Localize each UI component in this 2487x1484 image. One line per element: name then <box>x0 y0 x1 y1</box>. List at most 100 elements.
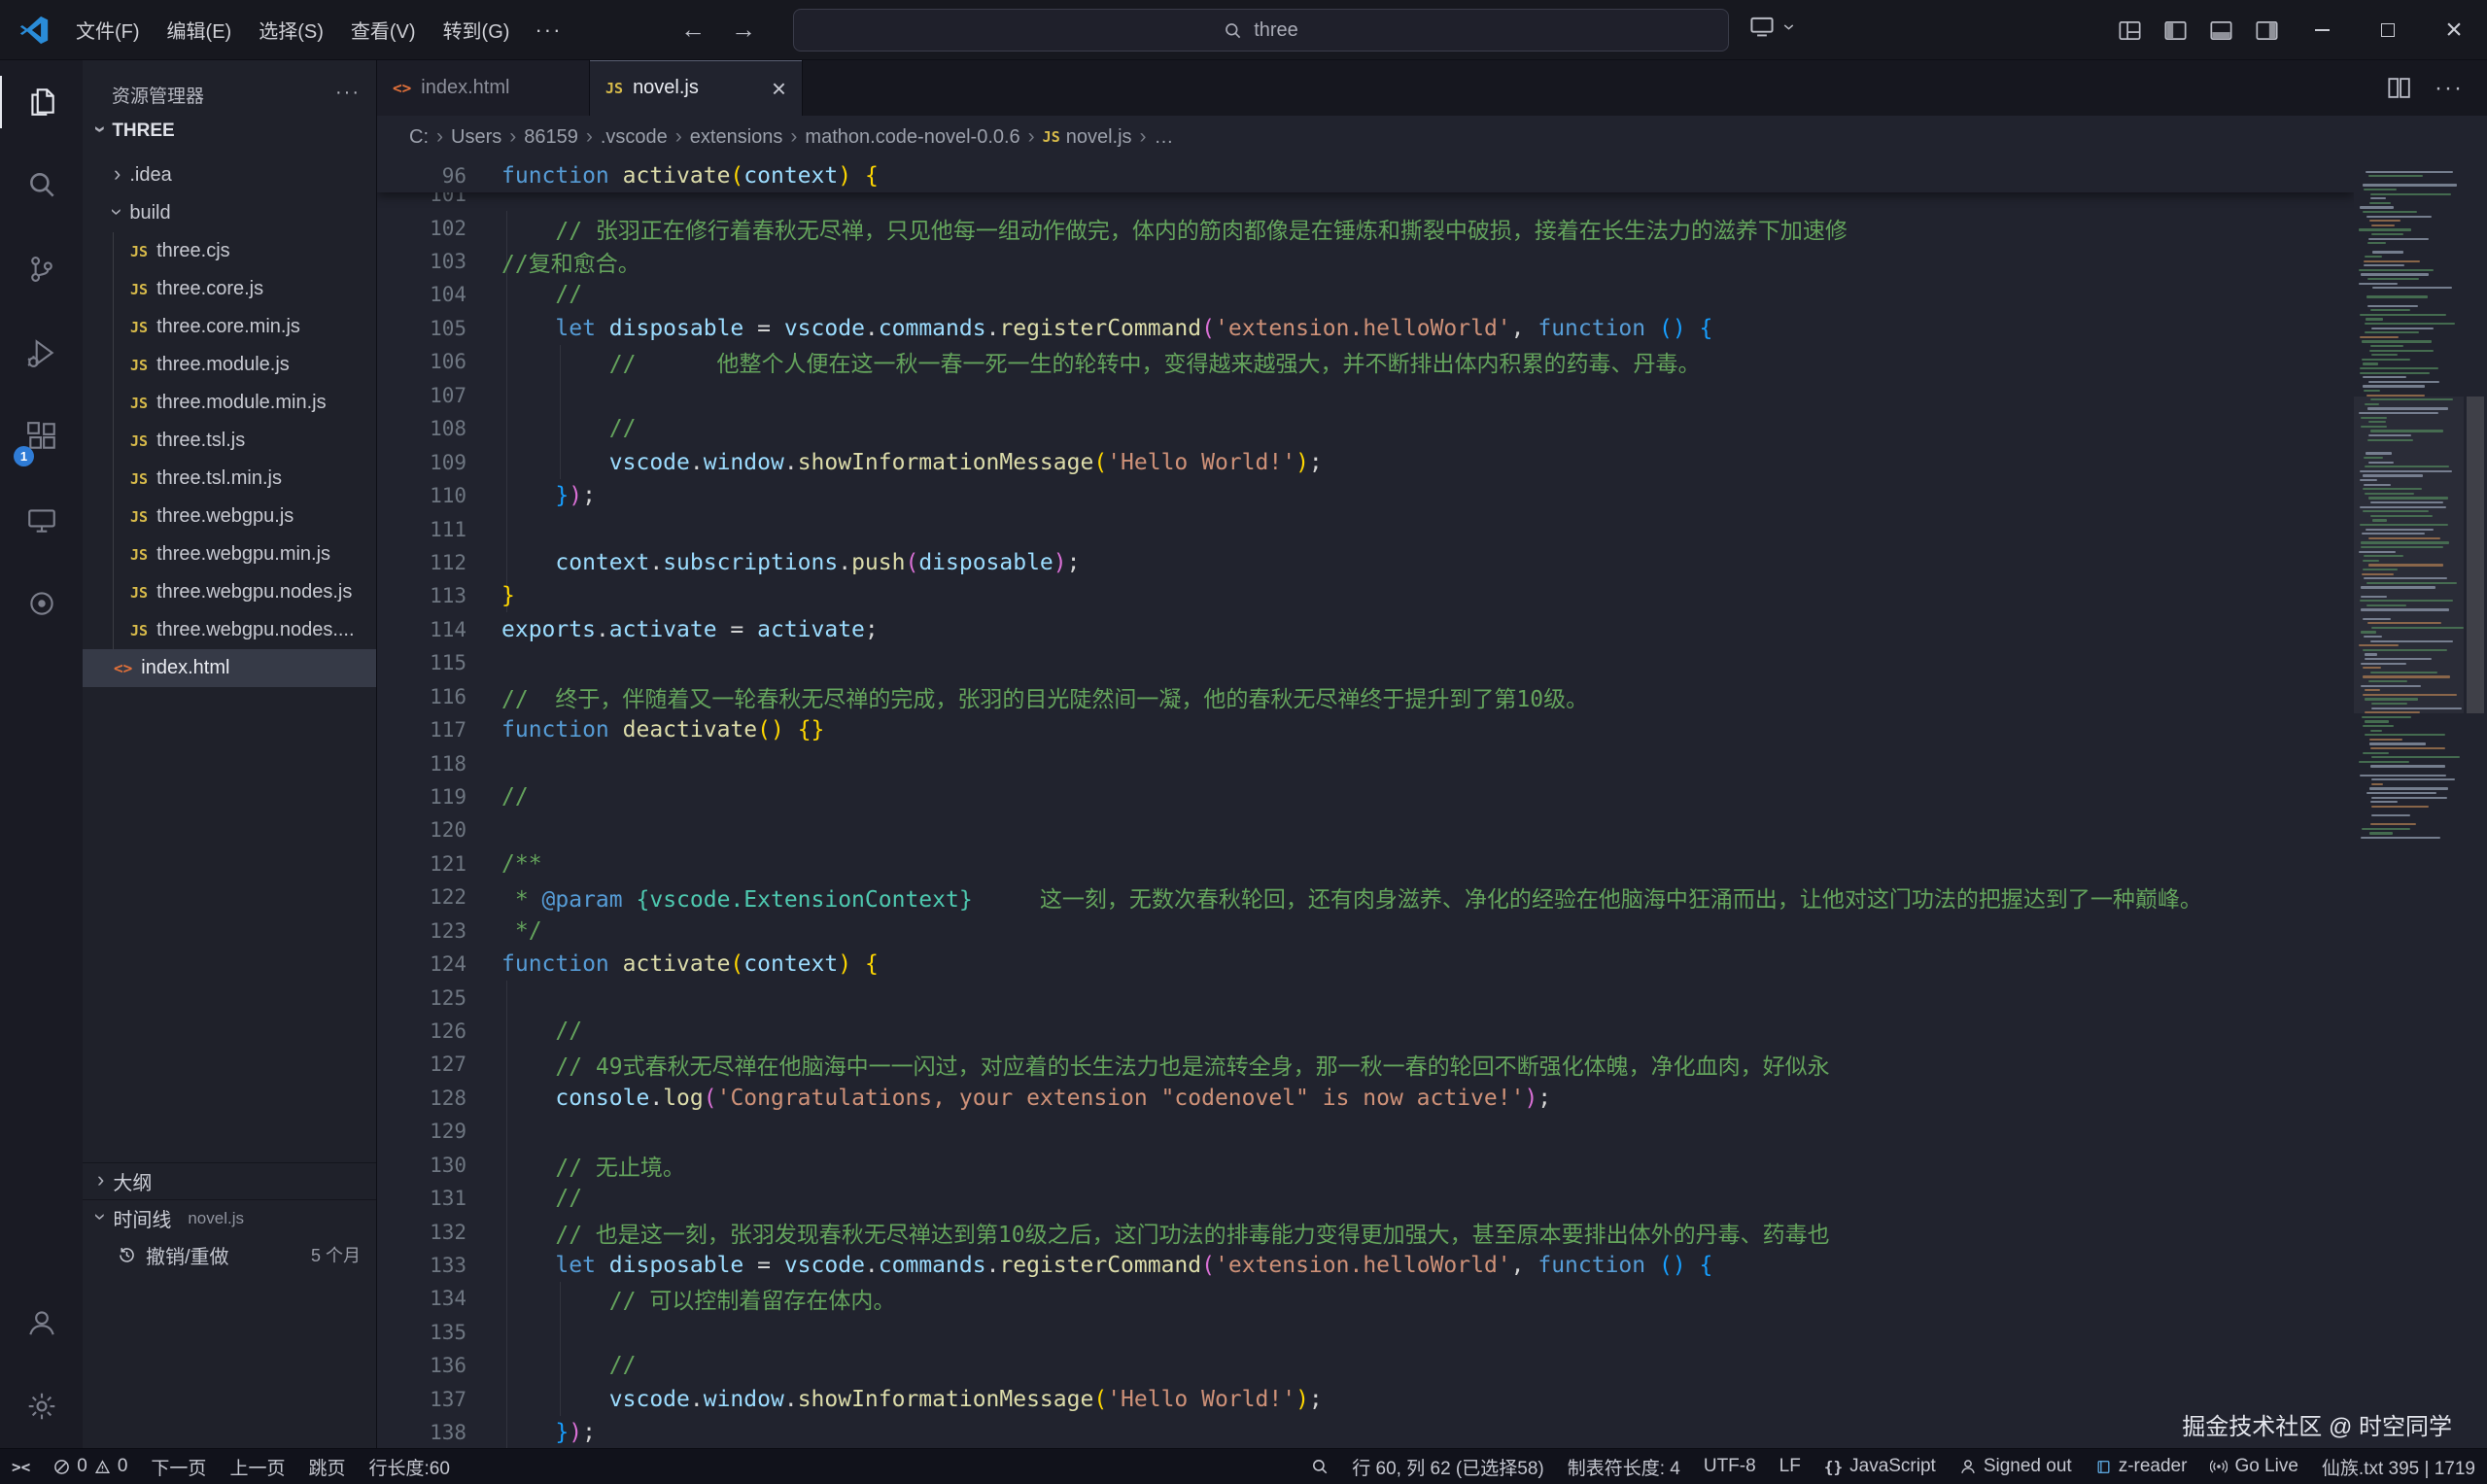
line-number[interactable]: 113 <box>377 584 466 607</box>
code-line-110[interactable]: 110 }); <box>377 479 2354 512</box>
code-line-107[interactable]: 107 <box>377 379 2354 412</box>
line-number[interactable]: 104 <box>377 283 466 306</box>
tree-item-three.webgpu.nodes....[interactable]: JSthree.webgpu.nodes.... <box>83 611 376 649</box>
code-line-120[interactable]: 120 <box>377 813 2354 846</box>
menu-overflow-button[interactable]: ··· <box>523 17 573 43</box>
tree-root-three[interactable]: › THREE <box>83 113 376 149</box>
code-line-102[interactable]: 102 // 张羽正在修行着春秋无尽禅，只见他每一组动作做完，体内的筋肉都像是在… <box>377 211 2354 244</box>
code-line-122[interactable]: 122 * @param {vscode.ExtensionContext} 这… <box>377 880 2354 914</box>
activity-extensions[interactable]: 1 <box>0 395 83 478</box>
activity-source-control[interactable] <box>0 227 83 311</box>
breadcrumb-item-Users[interactable]: Users <box>451 126 501 149</box>
line-number[interactable]: 103 <box>377 250 466 273</box>
tree-item-three.webgpu.nodes.js[interactable]: JSthree.webgpu.nodes.js <box>83 573 376 611</box>
activity-settings[interactable] <box>0 1364 83 1448</box>
explorer-actions-button[interactable]: ··· <box>335 82 361 104</box>
line-number[interactable]: 120 <box>377 818 466 842</box>
status-line-length[interactable]: 行长度:60 <box>357 1449 461 1484</box>
menu-编辑(E)[interactable]: 编辑(E) <box>154 0 246 59</box>
line-number[interactable]: 115 <box>377 651 466 674</box>
line-number[interactable]: 125 <box>377 986 466 1010</box>
line-number[interactable]: 110 <box>377 484 466 507</box>
code-line-118[interactable]: 118 <box>377 746 2354 779</box>
status-accounts[interactable]: Signed out <box>1948 1449 2084 1484</box>
activity-live-share[interactable] <box>0 562 83 645</box>
breadcrumb-item-mathon.code-novel-0.0.6[interactable]: mathon.code-novel-0.0.6 <box>805 126 1019 149</box>
vertical-scrollbar[interactable] <box>2464 158 2487 1448</box>
line-number[interactable]: 124 <box>377 952 466 976</box>
minimize-button[interactable] <box>2289 0 2355 60</box>
line-number[interactable]: 133 <box>377 1254 466 1277</box>
breadcrumb-item-extensions[interactable]: extensions <box>690 126 783 149</box>
line-number[interactable]: 136 <box>377 1354 466 1377</box>
outline-section-header[interactable]: › 大纲 <box>83 1162 376 1199</box>
close-button[interactable]: × <box>2421 0 2487 60</box>
breadcrumb-item-.vscode[interactable]: .vscode <box>601 126 668 149</box>
status-encoding[interactable]: UTF-8 <box>1692 1449 1768 1484</box>
menu-转到(G)[interactable]: 转到(G) <box>430 0 524 59</box>
status-novel-progress[interactable]: 仙族.txt 395 | 1719 <box>2310 1449 2487 1484</box>
line-number[interactable]: 138 <box>377 1421 466 1444</box>
line-number[interactable]: 107 <box>377 384 466 407</box>
menu-查看(V)[interactable]: 查看(V) <box>337 0 430 59</box>
line-number[interactable]: 108 <box>377 417 466 440</box>
customize-layout-icon[interactable] <box>2118 18 2142 43</box>
activity-search[interactable] <box>0 144 83 227</box>
tab-index.html[interactable]: <>index.html <box>377 60 590 116</box>
line-number[interactable]: 123 <box>377 919 466 943</box>
line-number[interactable]: 121 <box>377 852 466 876</box>
activity-explorer[interactable] <box>0 60 83 144</box>
menu-选择(S)[interactable]: 选择(S) <box>245 0 337 59</box>
status-eol[interactable]: LF <box>1768 1449 1813 1484</box>
code-line-130[interactable]: 130 // 无止境。 <box>377 1148 2354 1181</box>
line-number[interactable]: 130 <box>377 1154 466 1177</box>
toggle-panel-icon[interactable] <box>2209 18 2233 43</box>
tree-item-three.core.min.js[interactable]: JSthree.core.min.js <box>83 308 376 346</box>
close-icon[interactable]: × <box>772 76 786 101</box>
code-line-127[interactable]: 127 // 49式春秋无尽禅在他脑海中一一闪过，对应着的长生法力也是流转全身，… <box>377 1048 2354 1081</box>
status-language[interactable]: {}JavaScript <box>1813 1449 1948 1484</box>
command-center-search[interactable]: three <box>793 9 1729 52</box>
code-line-104[interactable]: 104 // <box>377 278 2354 311</box>
status-prev-page[interactable]: 上一页 <box>218 1449 296 1484</box>
code-line-121[interactable]: 121/** <box>377 847 2354 880</box>
tree-item-three.module.js[interactable]: JSthree.module.js <box>83 346 376 384</box>
code-line-136[interactable]: 136 // <box>377 1349 2354 1382</box>
code-line-138[interactable]: 138 }); <box>377 1416 2354 1448</box>
line-number[interactable]: 114 <box>377 618 466 641</box>
maximize-button[interactable] <box>2355 0 2421 60</box>
line-number[interactable]: 127 <box>377 1053 466 1076</box>
code-line-109[interactable]: 109 vscode.window.showInformationMessage… <box>377 445 2354 478</box>
line-number[interactable]: 102 <box>377 217 466 240</box>
tree-item-three.module.min.js[interactable]: JSthree.module.min.js <box>83 384 376 422</box>
line-number[interactable]: 119 <box>377 785 466 809</box>
tree-item-three.cjs[interactable]: JSthree.cjs <box>83 232 376 270</box>
line-number[interactable]: 116 <box>377 685 466 708</box>
code-line-123[interactable]: 123 */ <box>377 914 2354 947</box>
code-line-116[interactable]: 116// 终于，伴随着又一轮春秋无尽禅的完成，张羽的目光陡然间一凝，他的春秋无… <box>377 679 2354 712</box>
split-editor-icon[interactable] <box>2387 76 2411 100</box>
line-number[interactable]: 96 <box>377 164 466 188</box>
tab-novel.js[interactable]: JSnovel.js× <box>590 60 803 116</box>
forward-button[interactable]: → <box>731 15 756 45</box>
code-line-125[interactable]: 125 <box>377 981 2354 1014</box>
tree-item-build[interactable]: ›build <box>83 194 376 232</box>
tree-item-.idea[interactable]: ›.idea <box>83 156 376 194</box>
open-remote-window-button[interactable] <box>1749 14 1797 39</box>
status-go-live[interactable]: Go Live <box>2198 1449 2309 1484</box>
line-number[interactable]: 111 <box>377 518 466 541</box>
code-editor[interactable]: 101102 // 张羽正在修行着春秋无尽禅，只见他每一组动作做完，体内的筋肉都… <box>377 158 2354 1448</box>
code-line-134[interactable]: 134 // 可以控制着留存在体内。 <box>377 1282 2354 1315</box>
toggle-primary-sidebar-icon[interactable] <box>2163 18 2188 43</box>
breadcrumb-item-86159[interactable]: 86159 <box>524 126 578 149</box>
status-z-reader[interactable]: z-reader <box>2084 1449 2199 1484</box>
line-number[interactable]: 131 <box>377 1187 466 1210</box>
code-line-119[interactable]: 119// <box>377 780 2354 813</box>
tree-item-three.tsl.min.js[interactable]: JSthree.tsl.min.js <box>83 460 376 498</box>
breadcrumb-item-novel.js[interactable]: JSnovel.js <box>1043 126 1132 149</box>
line-number[interactable]: 112 <box>377 551 466 574</box>
tree-item-three.webgpu.js[interactable]: JSthree.webgpu.js <box>83 498 376 535</box>
code-line-115[interactable]: 115 <box>377 646 2354 679</box>
code-line-117[interactable]: 117function deactivate() {} <box>377 713 2354 746</box>
back-button[interactable]: ← <box>680 15 706 45</box>
